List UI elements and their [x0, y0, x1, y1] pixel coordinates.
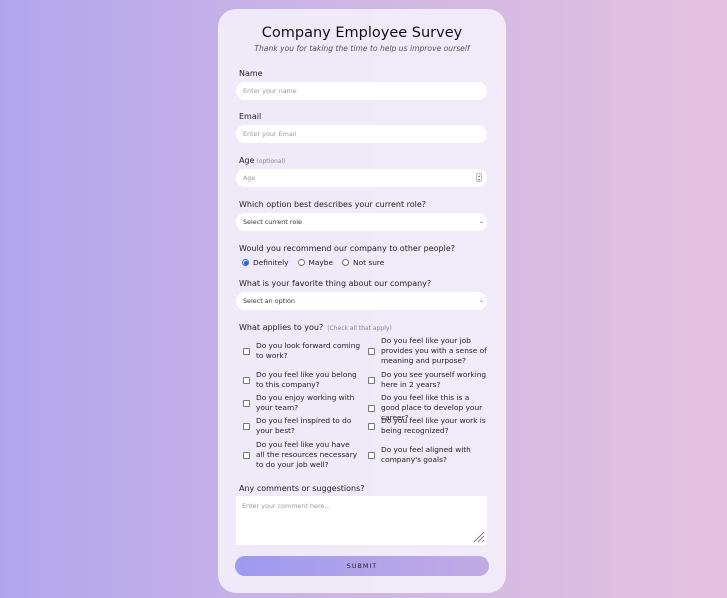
applies-question-text: What applies to you? — [239, 323, 324, 332]
radio-maybe-circle[interactable] — [297, 259, 305, 266]
radio-definitely-label: Definitely — [253, 258, 289, 267]
checkbox-item[interactable]: Do you enjoy working with your team? — [243, 393, 364, 413]
radio-maybe[interactable]: Maybe — [297, 258, 334, 267]
checkbox[interactable] — [243, 376, 250, 384]
comments-textarea[interactable]: Enter your comment here... — [236, 496, 487, 545]
comments-placeholder: Enter your comment here... — [242, 502, 331, 510]
page-subtitle: Thank you for taking the time to help us… — [254, 44, 470, 53]
checkbox[interactable] — [368, 404, 375, 412]
checkbox-label: Do you enjoy working with your team? — [256, 393, 355, 412]
email-placeholder: Enter your Email — [243, 130, 297, 138]
checkbox-label: Do you feel inspired to do your best? — [256, 416, 352, 435]
age-label-text: Age — [239, 156, 255, 165]
checkbox-label: Do you look forward coming to work? — [256, 341, 361, 360]
name-input[interactable]: Enter your name — [236, 82, 487, 100]
favorite-select[interactable]: Select an option ⌄ — [236, 292, 487, 310]
checkbox-label: Do you feel aligned with company's goals… — [381, 445, 471, 464]
checkbox[interactable] — [368, 376, 375, 384]
role-question: Which option best describes your current… — [239, 200, 427, 209]
radio-definitely-circle[interactable] — [242, 259, 249, 266]
checkbox-item[interactable]: Do you feel like you belong to this comp… — [243, 370, 364, 390]
checkbox-item[interactable]: Do you see yourself working here in 2 ye… — [368, 370, 489, 390]
favorite-question: What is your favorite thing about our co… — [239, 279, 432, 288]
checkbox-label: Do you feel like you have all the resour… — [256, 440, 358, 469]
checkbox-item[interactable]: Do you feel aligned with company's goals… — [368, 445, 489, 465]
role-select-value: Select current role — [243, 218, 302, 226]
checkbox[interactable] — [368, 347, 375, 355]
checkbox-label: Do you feel like you belong to this comp… — [256, 370, 357, 389]
applies-question: What applies to you? (Check all that appl… — [239, 323, 392, 332]
checkbox[interactable] — [243, 399, 250, 407]
comments-label: Any comments or suggestions? — [239, 484, 365, 493]
email-input[interactable]: Enter your Email — [236, 125, 487, 143]
recommend-radio-group: Definitely Maybe Not sure — [242, 258, 393, 267]
radio-maybe-label: Maybe — [308, 258, 334, 267]
checkbox-item[interactable]: Do you look forward coming to work? — [243, 341, 364, 361]
age-input[interactable]: Age ▴ ▾ — [236, 169, 487, 187]
email-label: Email — [239, 112, 262, 121]
age-label: Age (optional) — [239, 156, 285, 165]
checkbox-item[interactable]: Do you feel inspired to do your best? — [243, 416, 364, 436]
favorite-select-value: Select an option — [243, 297, 295, 305]
radio-definitely[interactable]: Definitely — [242, 258, 289, 267]
checkbox[interactable] — [368, 422, 375, 430]
checkbox[interactable] — [243, 451, 250, 459]
age-stepper-icon[interactable]: ▴ ▾ — [476, 173, 482, 182]
checkbox-item[interactable]: Do you feel like your job provides you w… — [368, 336, 489, 366]
radio-not-sure-circle[interactable] — [342, 259, 350, 266]
age-placeholder: Age — [243, 174, 256, 182]
checkbox[interactable] — [368, 451, 375, 459]
name-placeholder: Enter your name — [243, 87, 297, 95]
checkbox[interactable] — [243, 422, 250, 430]
checkbox-item[interactable]: Do you feel like you have all the resour… — [243, 440, 358, 470]
radio-not-sure[interactable]: Not sure — [342, 258, 384, 267]
chevron-down-icon: ⌄ — [478, 218, 484, 225]
name-label: Name — [239, 69, 263, 78]
chevron-down-icon: ⌄ — [478, 297, 484, 304]
survey-card: Company Employee Survey Thank you for ta… — [218, 9, 506, 593]
checkbox-label: Do you feel like your job provides you w… — [381, 336, 487, 365]
checkbox-item[interactable]: Do you feel like your work is being reco… — [368, 416, 489, 436]
checkbox-label: Do you feel like your work is being reco… — [381, 416, 486, 435]
submit-button[interactable]: SUBMIT — [235, 556, 489, 576]
applies-hint: (Check all that apply) — [327, 325, 392, 332]
role-select[interactable]: Select current role ⌄ — [236, 213, 487, 231]
recommend-question: Would you recommend our company to other… — [239, 244, 456, 253]
page-title: Company Employee Survey — [261, 25, 463, 41]
checkbox[interactable] — [243, 347, 250, 355]
age-optional-hint: (optional) — [256, 158, 286, 165]
checkbox-label: Do you see yourself working here in 2 ye… — [381, 370, 487, 389]
radio-not-sure-label: Not sure — [353, 258, 385, 267]
resize-handle-icon[interactable] — [473, 531, 485, 543]
